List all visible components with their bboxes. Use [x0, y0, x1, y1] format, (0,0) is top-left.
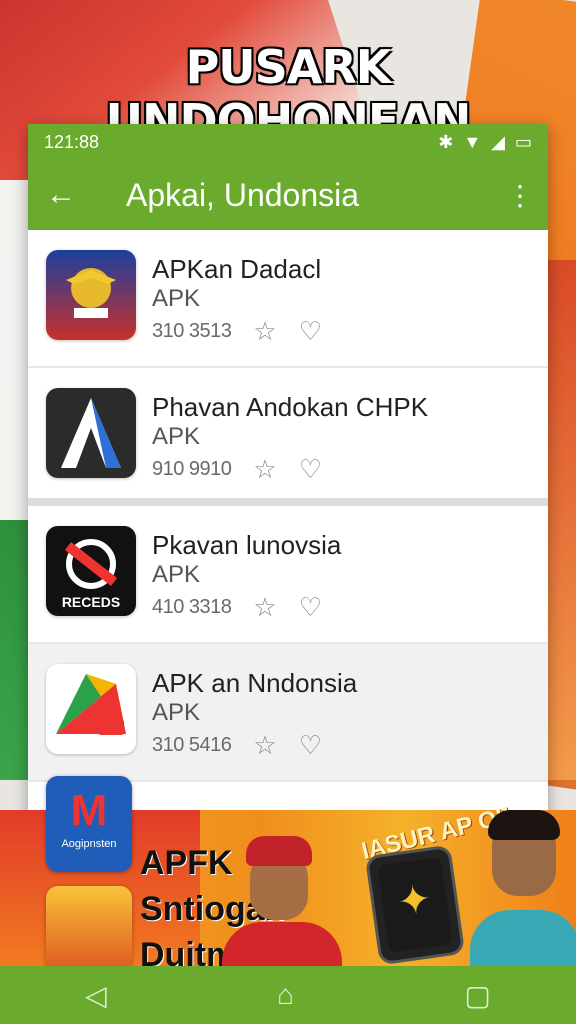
app-icon-receds: RECEDS: [46, 526, 136, 616]
heart-icon[interactable]: ♡: [299, 454, 322, 485]
app-count: 410 3318: [152, 596, 232, 618]
status-time: 121:88: [44, 131, 100, 152]
app-count: 910 9910: [152, 458, 232, 480]
more-options-icon[interactable]: ⋮: [506, 179, 534, 212]
system-nav-bar: ◁ ⌂ ▢: [0, 966, 576, 1024]
banner-logo-icon: M Aogipnsten: [46, 776, 132, 872]
status-bar: 121:88 ✱ ▼ ◢ ▭: [28, 124, 548, 160]
banner-logo-mark: M: [70, 786, 108, 835]
app-icon-emblem: [46, 250, 136, 340]
heart-icon[interactable]: ♡: [299, 316, 322, 347]
nav-back-icon[interactable]: ◁: [85, 979, 107, 1012]
person-left-image: [222, 830, 342, 982]
person-right-image: [470, 810, 576, 970]
list-item[interactable]: Phavan Andokan CHPK APK 910 9910 ☆ ♡: [28, 368, 548, 506]
app-title: Apkai, Undonsia: [126, 176, 360, 213]
banner-logo-sub: Aogipnsten: [61, 838, 117, 850]
battery-icon: ▭: [514, 131, 532, 152]
app-type: APK: [152, 285, 201, 312]
phone-screen-logo: ✦: [377, 856, 453, 954]
app-type: APK: [152, 561, 201, 588]
app-name: Pkavan lunovsia: [152, 530, 342, 560]
app-type: APK: [152, 423, 201, 450]
wifi-icon: ▼: [463, 131, 482, 152]
heart-icon[interactable]: ♡: [299, 730, 322, 761]
signal-icon: ◢: [491, 131, 505, 152]
app-name: APKan Dadacl: [152, 254, 322, 284]
fox-mascot-icon: [46, 886, 132, 972]
notification-icon: ✱: [438, 131, 454, 152]
status-icons: ✱ ▼ ◢ ▭: [438, 132, 532, 153]
star-icon[interactable]: ☆: [253, 316, 276, 347]
app-icon-label: RECEDS: [61, 594, 121, 610]
app-icon-maps: [46, 664, 136, 754]
heart-icon[interactable]: ♡: [299, 592, 322, 623]
handheld-phone-image: ✦: [364, 844, 466, 966]
app-count: 310 5416: [152, 734, 232, 756]
app-name: Phavan Andokan CHPK: [152, 392, 429, 422]
app-count: 310 3513: [152, 320, 232, 342]
phone-screen: 121:88 ✱ ▼ ◢ ▭ ← Apkai, Undonsia ⋮ APKan…: [28, 124, 548, 824]
list-item[interactable]: RECEDS Pkavan lunovsia APK 410 3318 ☆ ♡: [28, 506, 548, 644]
app-type: APK: [152, 699, 201, 726]
app-list: APKan Dadacl APK 310 3513 ☆ ♡ Phavan And…: [28, 230, 548, 824]
app-bar: ← Apkai, Undonsia ⋮: [28, 160, 548, 230]
nav-recents-icon[interactable]: ▢: [464, 979, 490, 1012]
nav-home-icon[interactable]: ⌂: [277, 979, 294, 1011]
star-icon[interactable]: ☆: [253, 454, 276, 485]
back-arrow-icon[interactable]: ←: [46, 178, 94, 212]
list-item[interactable]: APKan Dadacl APK 310 3513 ☆ ♡: [28, 230, 548, 368]
app-name: APK an Nndonsia: [152, 668, 358, 698]
star-icon[interactable]: ☆: [253, 730, 276, 761]
app-icon-a-logo: [46, 388, 136, 478]
list-item[interactable]: APK an Nndonsia APK 310 5416 ☆ ♡: [28, 644, 548, 782]
star-icon[interactable]: ☆: [253, 592, 276, 623]
